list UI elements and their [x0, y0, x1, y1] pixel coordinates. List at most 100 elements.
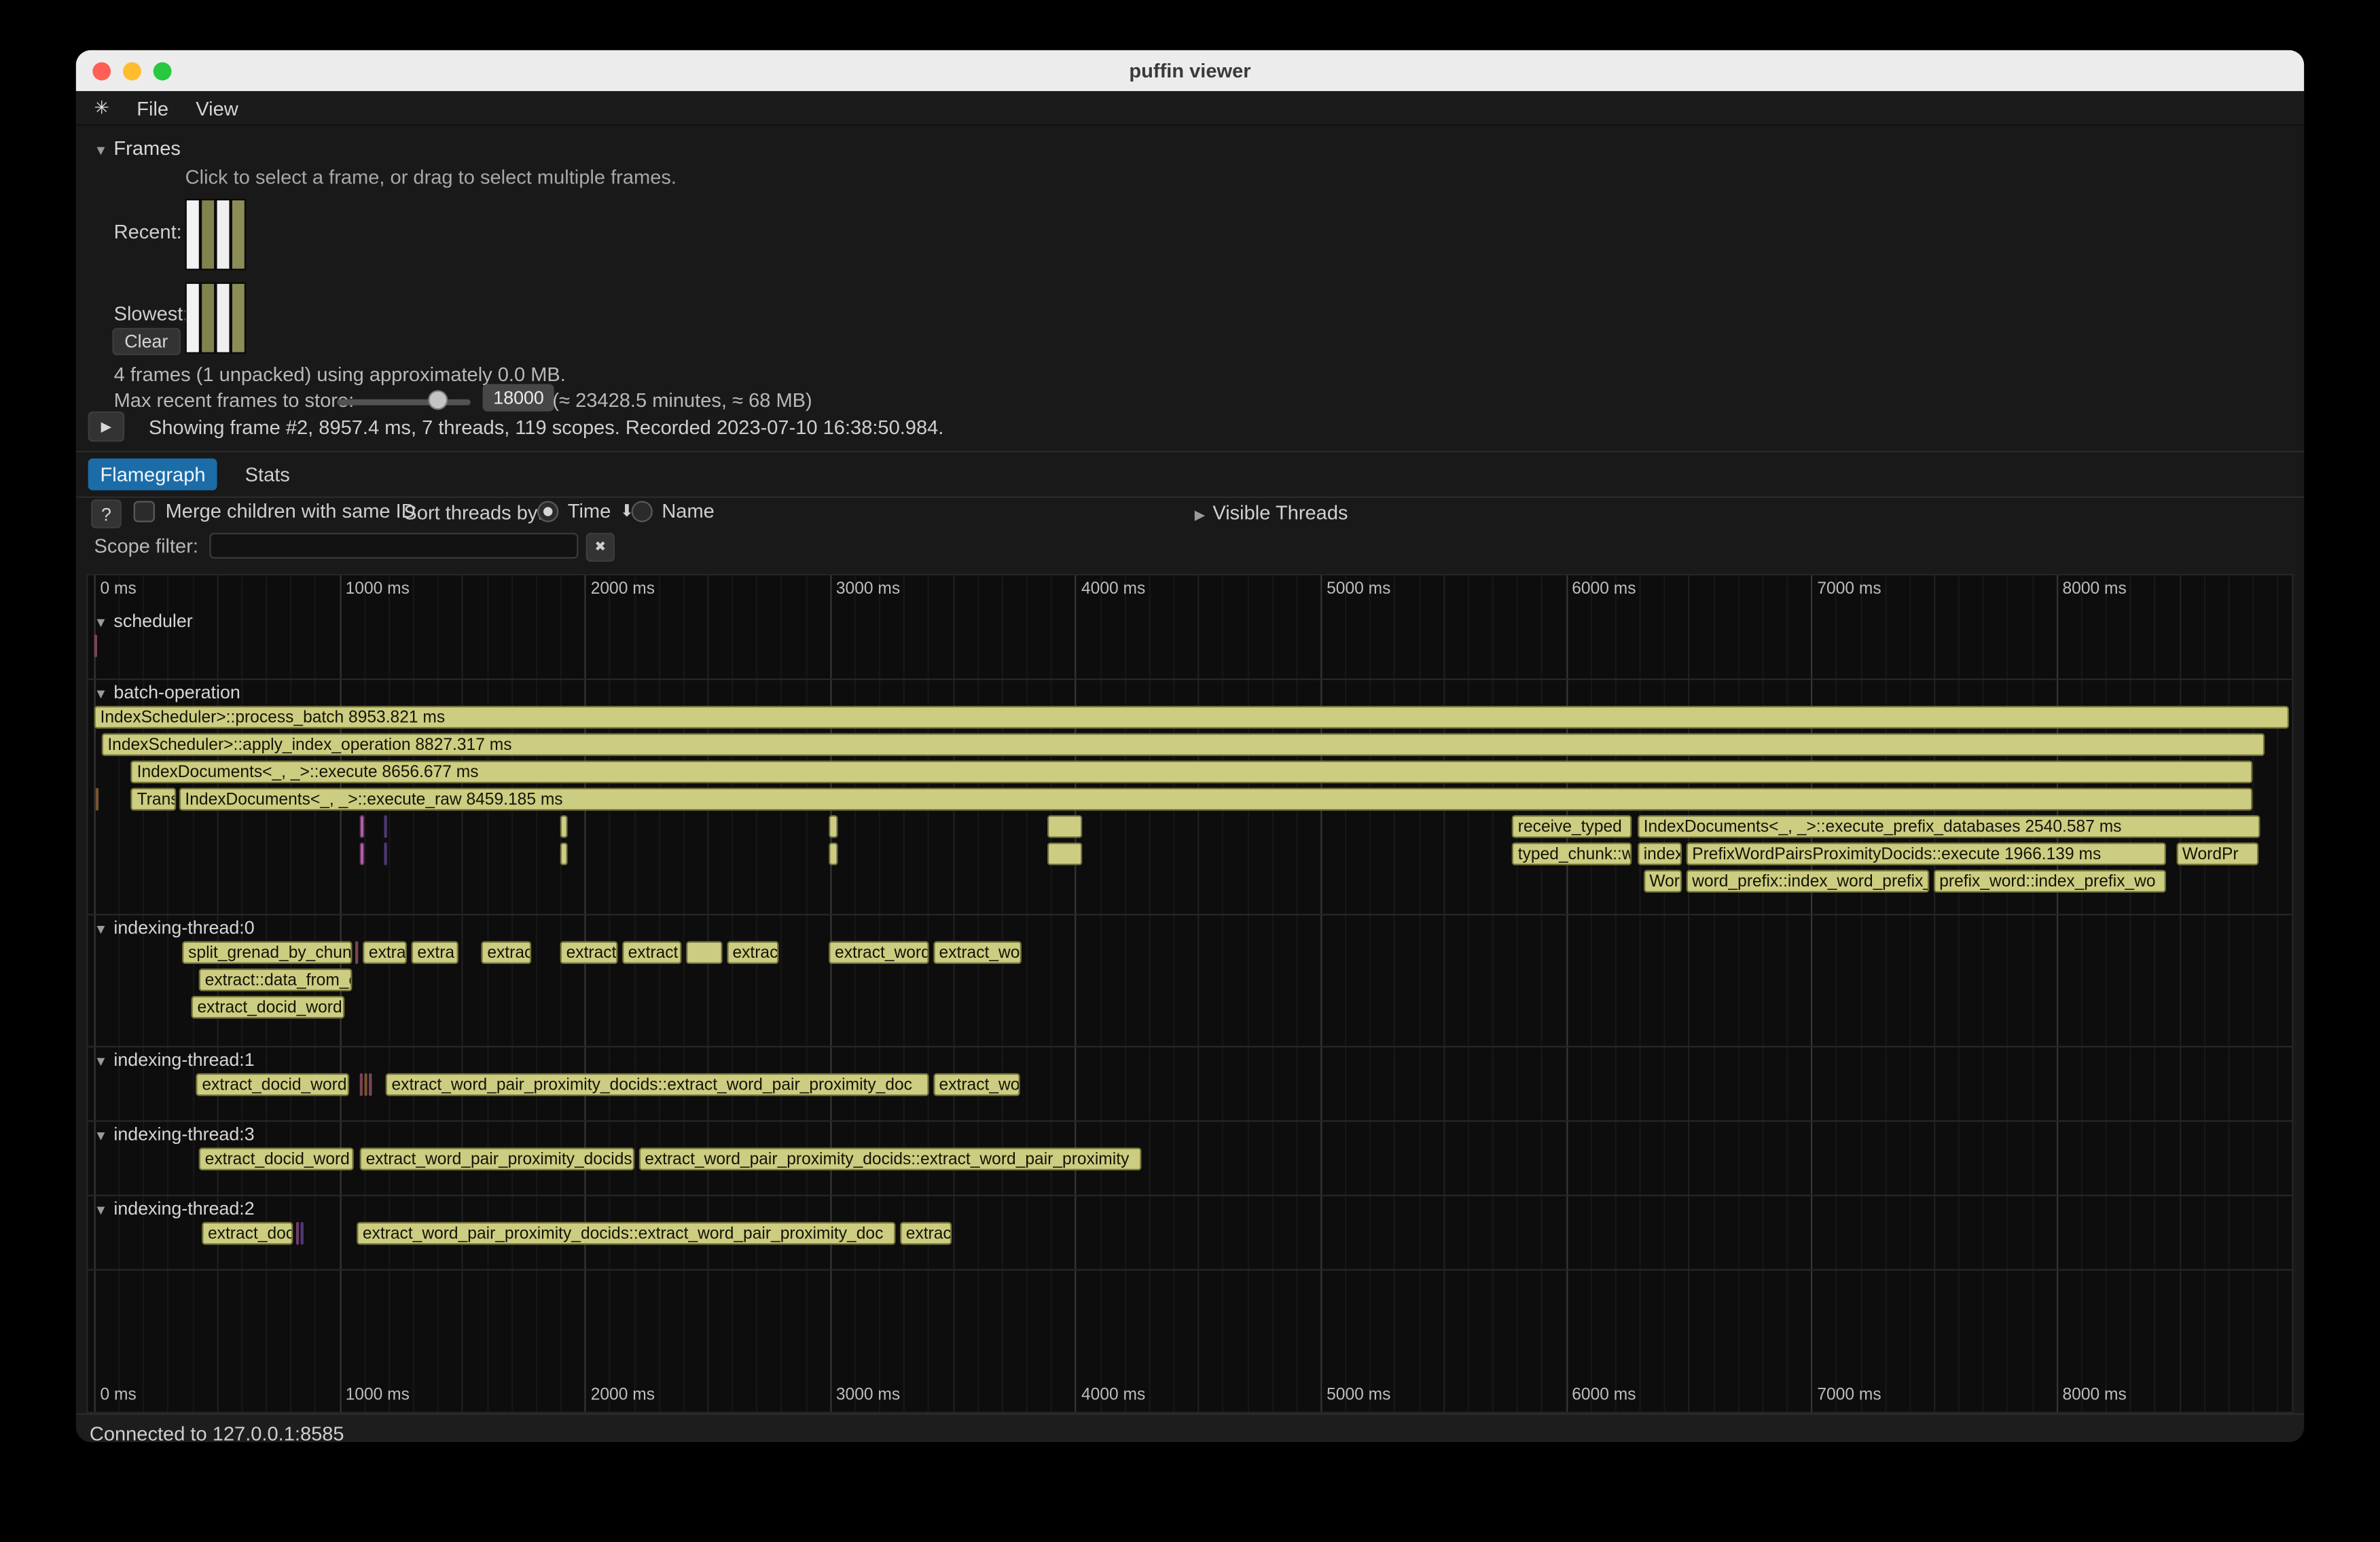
scope-bar[interactable]: index: [1638, 842, 1682, 865]
scope-bar[interactable]: [360, 815, 364, 838]
scope-bar[interactable]: IndexScheduler>::process_batch 8953.821 …: [94, 706, 2289, 729]
scope-bar[interactable]: WordPr: [2176, 842, 2258, 865]
frame-bar[interactable]: [232, 284, 245, 353]
scope-bar[interactable]: IndexDocuments<_, _>::execute_raw 8459.1…: [179, 788, 2252, 811]
scope-bar[interactable]: IndexDocuments<_, _>::execute_prefix_dat…: [1638, 815, 2260, 838]
frame-bar[interactable]: [187, 200, 199, 269]
scope-bar[interactable]: [384, 842, 386, 865]
scope-bar[interactable]: typed_chunk::w: [1512, 842, 1631, 865]
scope-bar[interactable]: extract_doc: [202, 1222, 293, 1245]
scope-bar[interactable]: [355, 942, 358, 965]
clear-button[interactable]: Clear: [112, 328, 180, 355]
frame-bar[interactable]: [232, 200, 245, 269]
thread-header[interactable]: ▼indexing-thread:0: [88, 916, 2292, 940]
scope-bar[interactable]: extract: [363, 942, 407, 965]
scope-bar[interactable]: [301, 1222, 304, 1245]
scope-bar[interactable]: [1048, 815, 1082, 838]
frames-header[interactable]: ▼Frames: [94, 137, 181, 160]
scope-filter-input[interactable]: [209, 533, 578, 558]
scope-bar[interactable]: Trans: [131, 788, 176, 811]
scope-bar[interactable]: [686, 942, 722, 965]
thread-header[interactable]: ▼scheduler: [88, 609, 2292, 633]
flamegraph-canvas[interactable]: 0 ms1000 ms2000 ms3000 ms4000 ms5000 ms6…: [86, 574, 2293, 1414]
scope-bar[interactable]: [95, 788, 99, 811]
scope-bar[interactable]: extract: [560, 942, 617, 965]
scope-bar[interactable]: extract_wo: [933, 1073, 1020, 1096]
close-button[interactable]: [92, 62, 111, 80]
scope-bar[interactable]: extract_docid_word: [192, 996, 345, 1019]
thread-header[interactable]: ▼indexing-thread:2: [88, 1196, 2292, 1221]
sort-by-time-radio[interactable]: [537, 500, 558, 521]
frame-bar[interactable]: [187, 284, 199, 353]
scope-bar[interactable]: prefix_word::index_prefix_wo: [1933, 869, 2167, 893]
scope-bar[interactable]: [560, 815, 568, 838]
scope-bar[interactable]: split_grenad_by_chun: [182, 942, 352, 965]
scope-bar[interactable]: extract_wo: [933, 942, 1022, 965]
scope-bar[interactable]: Word: [1643, 869, 1681, 893]
scope-lane: IndexScheduler>::apply_index_operation 8…: [88, 732, 2292, 759]
scope-bar[interactable]: receive_typed: [1512, 815, 1631, 838]
merge-children-checkbox[interactable]: [134, 500, 155, 521]
sort-by-name-radio-group[interactable]: Name: [632, 499, 715, 522]
scope-bar[interactable]: PrefixWordPairsProximityDocids::execute …: [1686, 842, 2167, 865]
menu-file[interactable]: File: [137, 96, 168, 120]
scope-bar[interactable]: [829, 842, 838, 865]
scope-bar[interactable]: [384, 815, 386, 838]
chevron-down-icon: ▼: [94, 143, 108, 158]
scope-bar[interactable]: [364, 1073, 367, 1096]
scope-bar[interactable]: extract: [727, 942, 780, 965]
thread-header[interactable]: ▼batch-operation: [88, 680, 2292, 704]
frame-bar[interactable]: [217, 200, 230, 269]
scope-bar[interactable]: word_prefix::index_word_prefix_: [1686, 869, 1928, 893]
scope-bar[interactable]: extract_word_pair_proximity_docids::extr…: [357, 1222, 895, 1245]
scope-bar[interactable]: extract_word_pair_proximity_docids::extr…: [638, 1147, 1141, 1170]
frame-bar[interactable]: [202, 200, 214, 269]
scope-bar[interactable]: [829, 815, 838, 838]
slowest-frames-thumbnail[interactable]: [185, 283, 246, 354]
clear-filter-button[interactable]: ✖: [586, 533, 615, 561]
frame-bar[interactable]: [202, 284, 214, 353]
scope-bar[interactable]: [360, 1073, 363, 1096]
visible-threads-header[interactable]: ▶Visible Threads: [1195, 501, 1348, 524]
scope-bar[interactable]: extract_word_pair_proximity_docids::extr…: [386, 1073, 928, 1096]
scope-bar[interactable]: IndexScheduler>::apply_index_operation 8…: [101, 733, 2265, 756]
max-frames-slider[interactable]: [337, 399, 471, 406]
scope-bar[interactable]: extrac: [481, 942, 531, 965]
scope-lane: typed_chunk::w indexPrefixWordPairsProxim…: [88, 841, 2292, 868]
scope-bar[interactable]: extract::data_from_ob: [199, 969, 353, 992]
scope-bar[interactable]: extract: [622, 942, 681, 965]
traffic-lights: [92, 50, 171, 91]
recent-frames-thumbnail[interactable]: [185, 199, 246, 270]
scope-bar[interactable]: extract_docid_word: [196, 1073, 349, 1096]
max-frames-value[interactable]: 18000: [483, 384, 555, 411]
help-button[interactable]: ?: [91, 499, 122, 528]
scope-bar[interactable]: [360, 842, 364, 865]
scope-bar[interactable]: extract_word_pair_proximity_docids: [360, 1147, 634, 1170]
chevron-down-icon: ▼: [94, 1054, 108, 1069]
menu-view[interactable]: View: [196, 96, 238, 120]
scope-bar[interactable]: [369, 1073, 372, 1096]
scope-bar[interactable]: [560, 842, 568, 865]
scope-bar[interactable]: IndexDocuments<_, _>::execute 8656.677 m…: [131, 761, 2253, 784]
scope-bar[interactable]: extract_docid_word: [199, 1147, 354, 1170]
play-button[interactable]: ▶: [88, 412, 125, 442]
frames-hint: Click to select a frame, or drag to sele…: [185, 166, 677, 189]
minimize-button[interactable]: [123, 62, 141, 80]
merge-children-checkbox-group[interactable]: Merge children with same ID: [134, 499, 416, 522]
tab-stats[interactable]: Stats: [233, 459, 302, 490]
max-frames-slider-knob[interactable]: [428, 390, 448, 410]
scope-bar[interactable]: extrac: [900, 1222, 951, 1245]
scope-bar[interactable]: [1048, 842, 1082, 865]
scope-bar[interactable]: [296, 1222, 299, 1245]
scope-bar[interactable]: extract_word: [829, 942, 928, 965]
thread-header[interactable]: ▼indexing-thread:3: [88, 1122, 2292, 1146]
scope-bar[interactable]: [94, 634, 97, 658]
scope-bar[interactable]: extra: [411, 942, 458, 965]
tab-flamegraph[interactable]: Flamegraph: [88, 459, 218, 490]
zoom-button[interactable]: [154, 62, 172, 80]
thread-header[interactable]: ▼indexing-thread:1: [88, 1047, 2292, 1072]
sort-by-name-radio[interactable]: [632, 500, 653, 521]
scope-lane: [88, 633, 2292, 660]
sort-by-time-radio-group[interactable]: Time ⬇: [537, 499, 634, 522]
frame-bar[interactable]: [217, 284, 230, 353]
